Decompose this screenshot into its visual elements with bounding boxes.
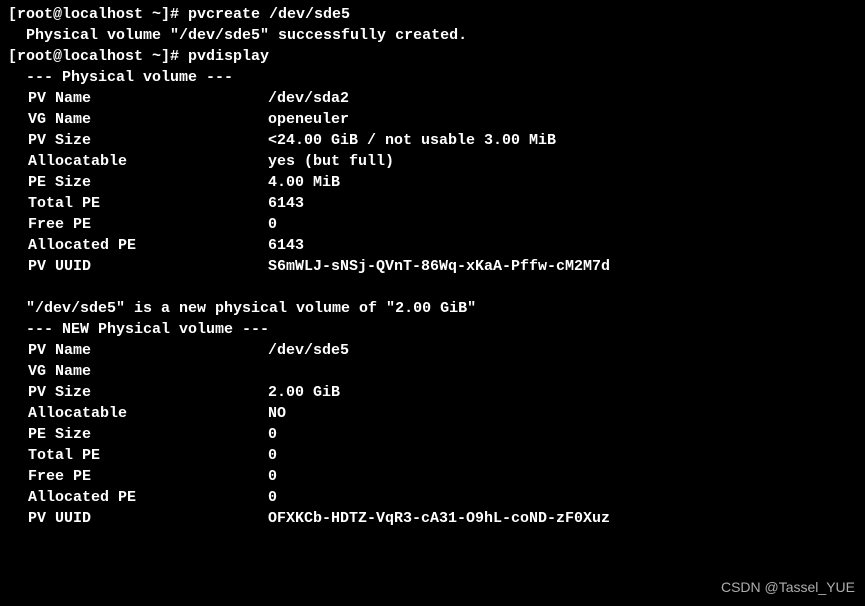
new-pv-msg: "/dev/sde5" is a new physical volume of … (8, 298, 857, 319)
pv-size-row: PV Size2.00 GiB (8, 382, 857, 403)
field-value: <24.00 GiB / not usable 3.00 MiB (268, 130, 556, 151)
alloc-pe-row: Allocated PE0 (8, 487, 857, 508)
pv-size-row: PV Size<24.00 GiB / not usable 3.00 MiB (8, 130, 857, 151)
field-value: yes (but full) (268, 151, 394, 172)
alloc-pe-row: Allocated PE6143 (8, 235, 857, 256)
pv-name-row: PV Name/dev/sda2 (8, 88, 857, 109)
field-value: 2.00 GiB (268, 382, 340, 403)
free-pe-row: Free PE0 (8, 214, 857, 235)
shell-prompt: [root@localhost ~]# (8, 48, 188, 65)
terminal-output: [root@localhost ~]# pvcreate /dev/sde5 P… (8, 4, 857, 529)
field-value: 6143 (268, 235, 304, 256)
section-header-new: --- NEW Physical volume --- (8, 319, 857, 340)
field-value: 0 (268, 487, 277, 508)
field-value: S6mWLJ-sNSj-QVnT-86Wq-xKaA-Pffw-cM2M7d (268, 256, 610, 277)
prompt-line-1[interactable]: [root@localhost ~]# pvcreate /dev/sde5 (8, 4, 857, 25)
field-value: 0 (268, 466, 277, 487)
field-label: Allocatable (8, 151, 268, 172)
allocatable-row: AllocatableNO (8, 403, 857, 424)
command-text: pvdisplay (188, 48, 269, 65)
command-text: pvcreate /dev/sde5 (188, 6, 350, 23)
field-label: Allocated PE (8, 235, 268, 256)
field-label: PV Size (8, 382, 268, 403)
field-label: VG Name (8, 109, 268, 130)
field-label: PV Size (8, 130, 268, 151)
field-value: 6143 (268, 193, 304, 214)
field-value: NO (268, 403, 286, 424)
pv-uuid-row: PV UUIDS6mWLJ-sNSj-QVnT-86Wq-xKaA-Pffw-c… (8, 256, 857, 277)
field-value: /dev/sda2 (268, 88, 349, 109)
field-label: Total PE (8, 445, 268, 466)
pv-uuid-row: PV UUIDOFXKCb-HDTZ-VqR3-cA31-O9hL-coND-z… (8, 508, 857, 529)
field-label: PV UUID (8, 256, 268, 277)
total-pe-row: Total PE6143 (8, 193, 857, 214)
section-header: --- Physical volume --- (8, 67, 857, 88)
allocatable-row: Allocatableyes (but full) (8, 151, 857, 172)
field-value: /dev/sde5 (268, 340, 349, 361)
vg-name-row: VG Name (8, 361, 857, 382)
field-label: VG Name (8, 361, 268, 382)
field-value: openeuler (268, 109, 349, 130)
field-label: Free PE (8, 466, 268, 487)
field-label: PE Size (8, 424, 268, 445)
field-value: 0 (268, 214, 277, 235)
field-label: Allocated PE (8, 487, 268, 508)
field-value: OFXKCb-HDTZ-VqR3-cA31-O9hL-coND-zF0Xuz (268, 508, 610, 529)
shell-prompt: [root@localhost ~]# (8, 6, 188, 23)
pv-name-row: PV Name/dev/sde5 (8, 340, 857, 361)
blank-line (8, 277, 857, 298)
field-label: Free PE (8, 214, 268, 235)
field-label: Allocatable (8, 403, 268, 424)
pe-size-row: PE Size0 (8, 424, 857, 445)
pe-size-row: PE Size4.00 MiB (8, 172, 857, 193)
vg-name-row: VG Nameopeneuler (8, 109, 857, 130)
field-label: PV Name (8, 340, 268, 361)
prompt-line-2[interactable]: [root@localhost ~]# pvdisplay (8, 46, 857, 67)
watermark-text: CSDN @Tassel_YUE (721, 578, 855, 598)
field-label: PE Size (8, 172, 268, 193)
field-label: PV UUID (8, 508, 268, 529)
field-value: 0 (268, 424, 277, 445)
free-pe-row: Free PE0 (8, 466, 857, 487)
field-label: Total PE (8, 193, 268, 214)
field-label: PV Name (8, 88, 268, 109)
output-success-msg: Physical volume "/dev/sde5" successfully… (8, 25, 857, 46)
field-value: 0 (268, 445, 277, 466)
field-value: 4.00 MiB (268, 172, 340, 193)
total-pe-row: Total PE0 (8, 445, 857, 466)
